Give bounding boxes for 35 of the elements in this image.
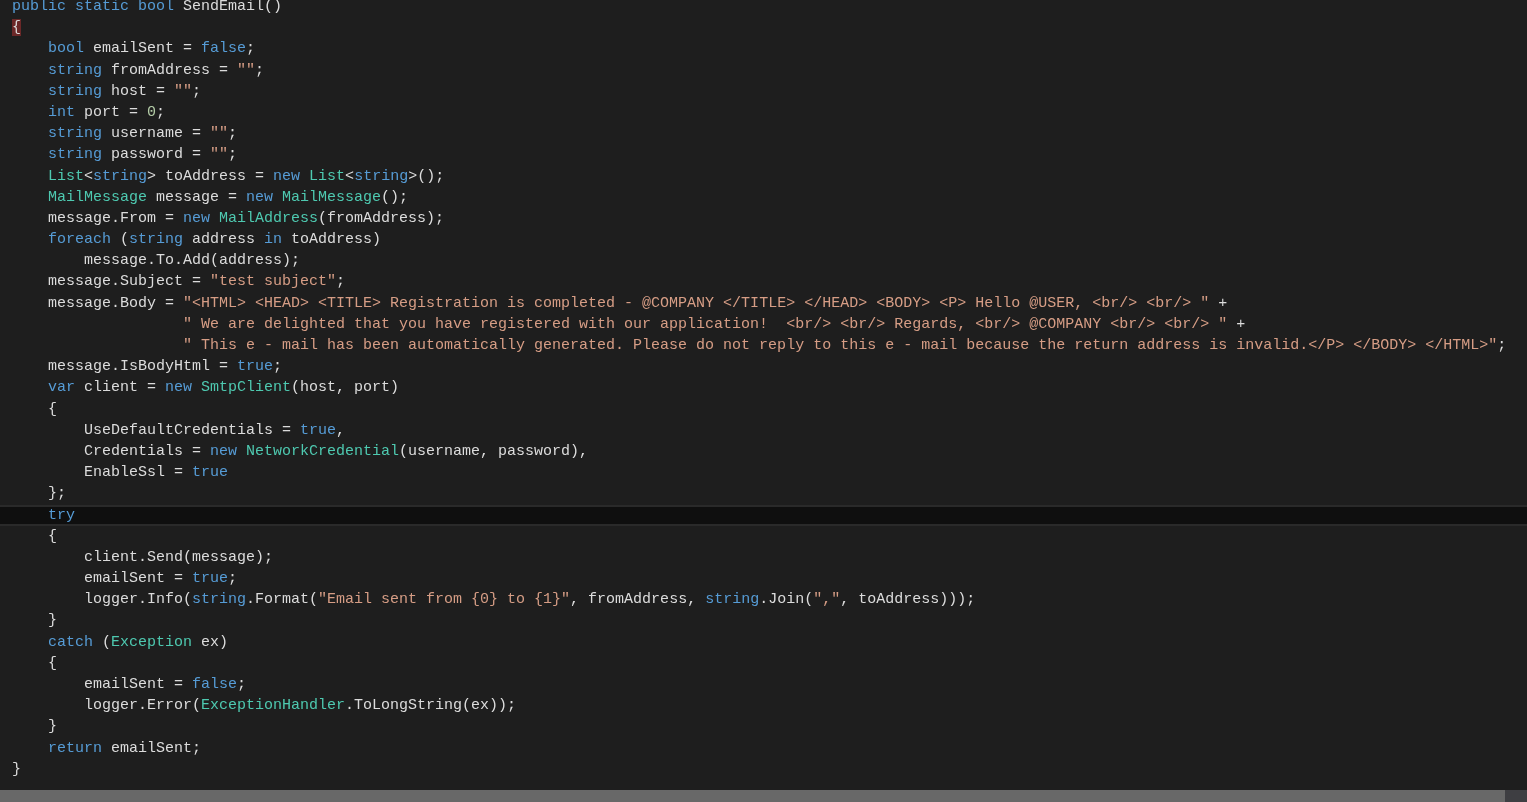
code-line: bool emailSent = false;	[47, 39, 257, 60]
code-line: message.To.Add(address);	[83, 251, 302, 272]
code-line: }	[11, 759, 22, 780]
code-line: Credentials = new NetworkCredential(username, password),	[83, 441, 590, 462]
code-line: message.Body = "<HTML> <HEAD> <TITLE> Registration is completed - @COMPANY </TITLE> </HEAD> <BODY> <P> Hello @USER, <br/> <br/> " +	[47, 293, 1229, 314]
code-line: }	[47, 611, 58, 632]
code-line: var client = new SmtpClient(host, port)	[47, 378, 401, 399]
code-line: logger.Error(ExceptionHandler.ToLongString(ex));	[83, 696, 518, 717]
code-line: foreach (string address in toAddress)	[47, 230, 383, 251]
code-line: UseDefaultCredentials = true,	[83, 420, 347, 441]
code-line: };	[47, 484, 67, 505]
code-line: " We are delighted that you have registered with our application! <br/> <br/> Regards, <br/> @COMPANY <br/> <br/> " +	[182, 314, 1247, 335]
code-line: emailSent = false;	[83, 675, 248, 695]
code-line: message.From = new MailAddress(fromAddress);	[47, 208, 446, 229]
code-line: {	[47, 526, 58, 547]
code-line: emailSent = true;	[83, 569, 239, 590]
code-line: logger.Info(string.Format("Email sent from {0} to {1}", fromAddress, string.Join(",", toAddress)));	[83, 590, 977, 611]
code-line: catch (Exception ex)	[47, 632, 230, 653]
code-line: string username = "";	[47, 124, 239, 145]
code-line: {	[47, 653, 58, 674]
code-line: EnableSsl = true	[83, 463, 230, 484]
code-line: return emailSent;	[47, 738, 203, 759]
code-line: {	[47, 399, 58, 420]
code-line: " This e - mail has been automatically generated. Please do not reply to this e - mail because the return address is invalid.</P> </BODY> </HTML>";	[182, 336, 1508, 356]
code-line: List<string> toAddress = new List<string>();	[47, 166, 446, 187]
code-line: message.IsBodyHtml = true;	[47, 357, 284, 378]
code-line: int port = 0;	[47, 102, 167, 123]
code-line: client.Send(message);	[83, 547, 275, 568]
code-editor[interactable]	[0, 0, 1527, 802]
code-line: string password = "";	[47, 145, 239, 166]
code-line: }	[47, 717, 58, 738]
code-line: message.Subject = "test subject";	[47, 272, 347, 293]
code-line: MailMessage message = new MailMessage();	[47, 187, 410, 208]
code-line: string fromAddress = "";	[47, 60, 266, 81]
code-line: string host = "";	[47, 81, 203, 102]
